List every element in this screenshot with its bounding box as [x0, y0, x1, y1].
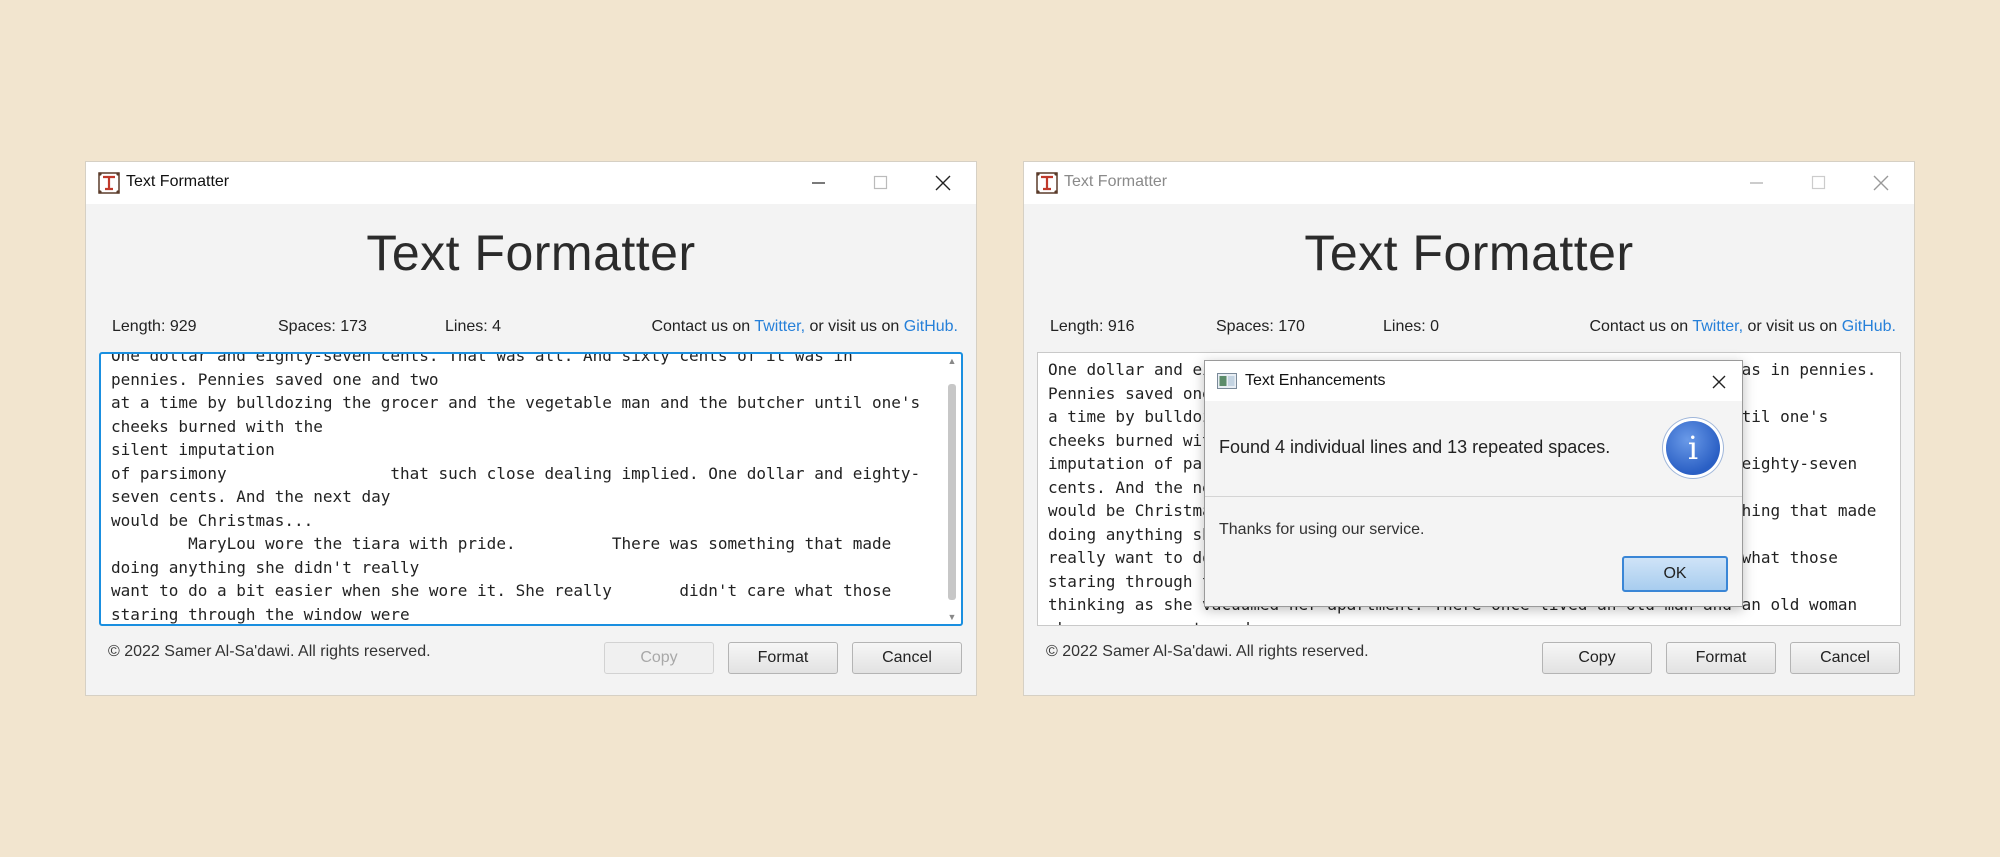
text-input-area[interactable]: One dollar and eighty-seven cents. That …	[99, 352, 963, 626]
title-bar[interactable]: Text Formatter	[86, 162, 976, 204]
minimize-icon	[1750, 182, 1763, 184]
dialog-title-bar[interactable]: Text Enhancements	[1205, 361, 1742, 401]
page-title: Text Formatter	[1304, 225, 1634, 281]
lines-stat: Lines: 0	[1383, 318, 1440, 335]
dialog-title: Text Enhancements	[1245, 372, 1386, 389]
maximize-icon	[873, 175, 888, 190]
close-icon	[1873, 175, 1889, 191]
dialog-content: Thanks for using our service.	[1219, 521, 1425, 538]
contact-middle: or visit us on	[809, 318, 900, 335]
window-title: Text Formatter	[1064, 173, 1168, 190]
stats-bar: Length: 929 Spaces: 173 Lines: 4 Contact…	[112, 318, 958, 340]
text-enhancements-dialog: Text Enhancements Found 4 individual lin…	[1204, 360, 1743, 607]
info-icon: i	[1666, 421, 1720, 475]
github-link[interactable]: GitHub.	[904, 318, 958, 335]
twitter-link[interactable]: Twitter,	[1692, 318, 1743, 335]
contact-info: Contact us on Twitter, or visit us on Gi…	[651, 318, 958, 336]
cancel-button[interactable]: Cancel	[1790, 642, 1900, 674]
lines-stat: Lines: 4	[445, 318, 502, 335]
ok-button[interactable]: OK	[1622, 556, 1728, 592]
stats-bar: Length: 916 Spaces: 170 Lines: 0 Contact…	[1050, 318, 1896, 340]
contact-prefix: Contact us on	[1589, 318, 1689, 335]
copyright-text: © 2022 Samer Al-Sa'dawi. All rights rese…	[108, 643, 431, 660]
github-link[interactable]: GitHub.	[1842, 318, 1896, 335]
title-bar[interactable]: Text Formatter	[1024, 162, 1914, 204]
maximize-button[interactable]	[1788, 162, 1850, 204]
text-content[interactable]: One dollar and eighty-seven cents. That …	[111, 354, 931, 624]
text-formatter-window-left: Text Formatter Text Formatter Length: 92…	[86, 162, 976, 695]
format-button[interactable]: Format	[1666, 642, 1776, 674]
contact-prefix: Contact us on	[651, 318, 751, 335]
contact-middle: or visit us on	[1747, 318, 1838, 335]
vertical-scrollbar[interactable]: ▲ ▼	[945, 356, 959, 622]
contact-info: Contact us on Twitter, or visit us on Gi…	[1589, 318, 1896, 336]
window-title: Text Formatter	[126, 173, 230, 190]
scroll-down-icon[interactable]: ▼	[947, 612, 957, 622]
page-title: Text Formatter	[366, 225, 696, 281]
close-icon	[1712, 375, 1726, 389]
spaces-stat: Spaces: 170	[1216, 318, 1305, 335]
dialog-header: Found 4 individual lines and 13 repeated…	[1205, 401, 1742, 497]
app-icon	[98, 172, 120, 194]
length-stat: Length: 916	[1050, 318, 1135, 335]
close-button[interactable]	[1850, 162, 1912, 204]
copy-button[interactable]: Copy	[604, 642, 714, 674]
dialog-close-button[interactable]	[1698, 361, 1738, 401]
cancel-button[interactable]: Cancel	[852, 642, 962, 674]
minimize-icon	[812, 182, 825, 184]
minimize-button[interactable]	[788, 162, 850, 204]
dialog-window-icon	[1217, 373, 1237, 389]
maximize-button[interactable]	[850, 162, 912, 204]
minimize-button[interactable]	[1726, 162, 1788, 204]
scroll-up-icon[interactable]: ▲	[947, 356, 957, 366]
app-icon	[1036, 172, 1058, 194]
close-button[interactable]	[912, 162, 974, 204]
copyright-text: © 2022 Samer Al-Sa'dawi. All rights rese…	[1046, 643, 1369, 660]
spaces-stat: Spaces: 173	[278, 318, 367, 335]
dialog-message: Found 4 individual lines and 13 repeated…	[1219, 437, 1611, 457]
maximize-icon	[1811, 175, 1826, 190]
twitter-link[interactable]: Twitter,	[754, 318, 805, 335]
copy-button[interactable]: Copy	[1542, 642, 1652, 674]
length-stat: Length: 929	[112, 318, 197, 335]
scrollbar-thumb[interactable]	[948, 384, 956, 600]
close-icon	[935, 175, 951, 191]
format-button[interactable]: Format	[728, 642, 838, 674]
